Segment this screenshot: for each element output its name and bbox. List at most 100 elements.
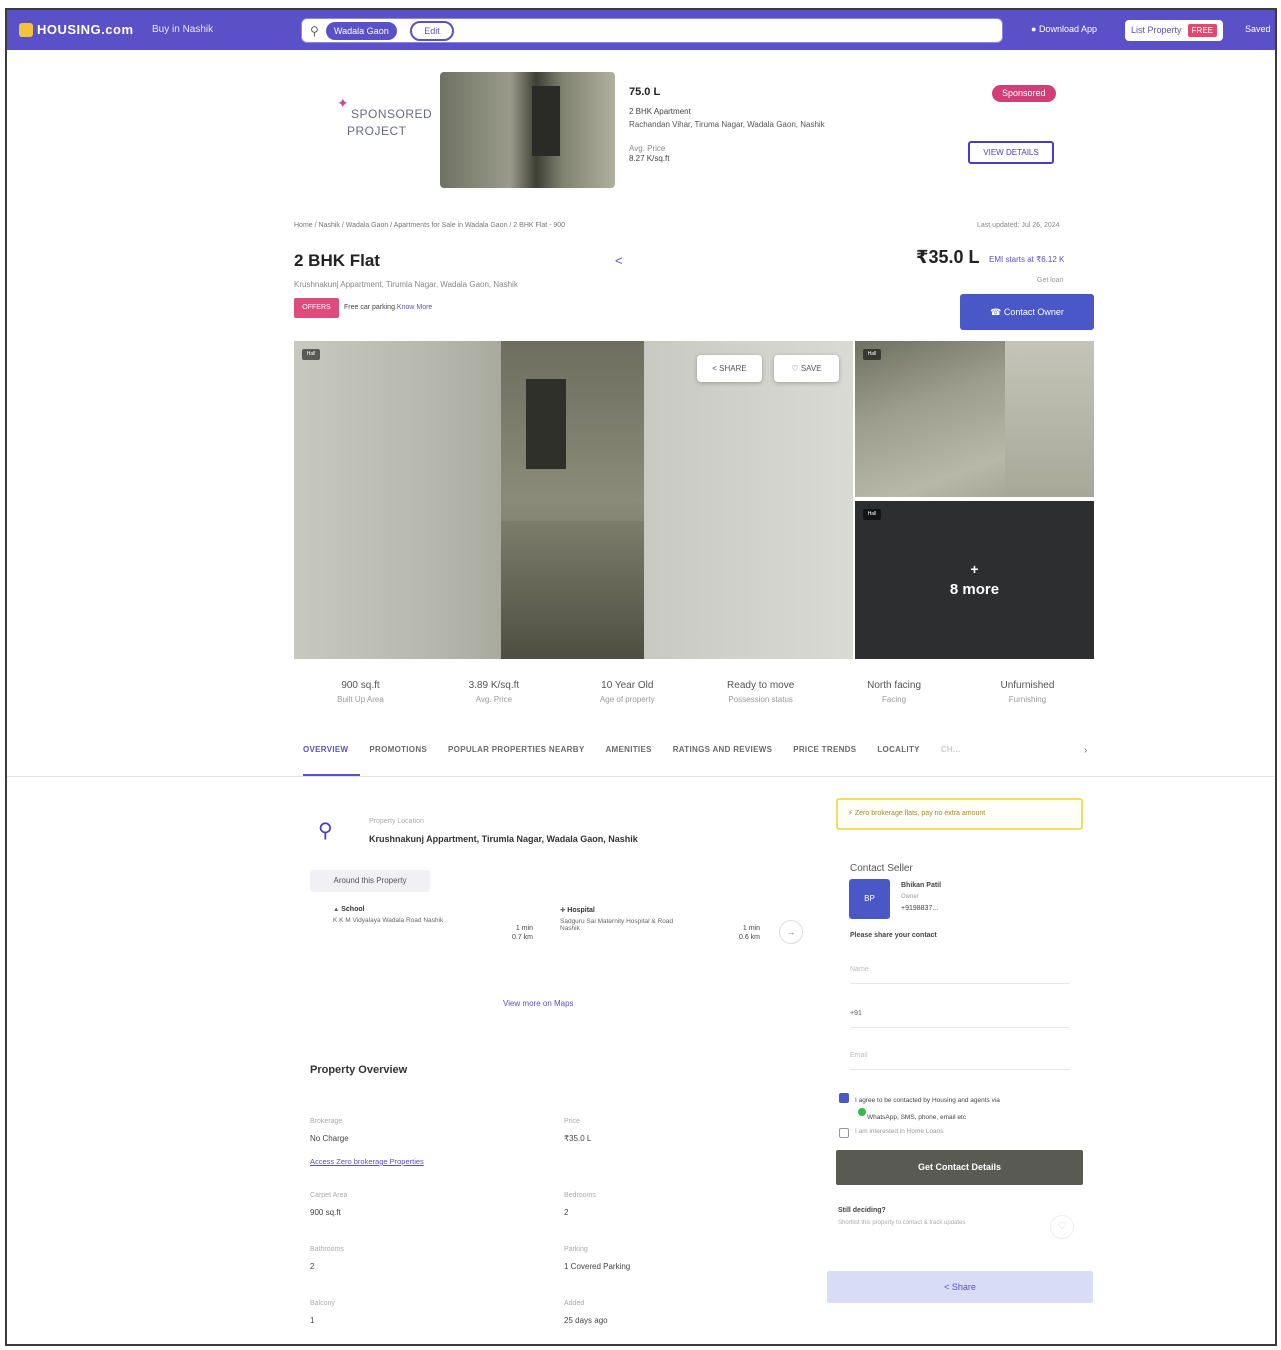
- nearby-distance: 1 min 0.7 km: [512, 924, 533, 942]
- share-button[interactable]: < SHARE: [697, 355, 762, 382]
- share-contact-prompt: Please share your contact: [850, 932, 937, 939]
- stat-furnishing: Unfurnished Furnishing: [961, 680, 1094, 704]
- sponsored-label-line2: PROJECT: [347, 124, 407, 138]
- sponsored-project-label: SPONSORED PROJECT: [337, 106, 432, 140]
- listing-address: Krushnakunj Appartment, Tirumla Nagar, W…: [294, 280, 518, 289]
- breadcrumb[interactable]: Home / Nashik / Wadala Gaon / Apartments…: [294, 222, 565, 229]
- free-badge: FREE: [1187, 24, 1217, 37]
- ov-label-balcony: Balcony: [310, 1300, 335, 1307]
- home-loan-checkbox[interactable]: [839, 1128, 849, 1138]
- nearby-time: 1 min: [742, 925, 760, 932]
- around-property-button[interactable]: Around this Property: [310, 870, 430, 892]
- gallery-more-photos[interactable]: Hall + 8 more: [855, 501, 1094, 659]
- property-stats: 900 sq.ft Built Up Area 3.89 K/sq.ft Avg. …: [294, 680, 1094, 704]
- nearby-name: Sadguru Sai Maternity Hospital & Road Na…: [560, 918, 674, 932]
- share-bottom-button[interactable]: < Share: [827, 1271, 1093, 1303]
- email-field[interactable]: Email: [850, 1046, 1070, 1070]
- buy-dropdown[interactable]: Buy in Nashik: [152, 24, 213, 35]
- ov-value-price: ₹35.0 L: [564, 1134, 592, 1143]
- name-field[interactable]: Name: [850, 960, 1070, 984]
- whatsapp-icon: [858, 1108, 866, 1116]
- nearby-distance: 1 min 0.6 km: [739, 924, 760, 942]
- photo-floor: [501, 521, 644, 659]
- view-on-maps-link[interactable]: View more on Maps: [503, 999, 574, 1008]
- stat-avg-price: 3.89 K/sq.ft Avg. Price: [427, 680, 560, 704]
- sponsored-project-image[interactable]: [440, 72, 615, 188]
- nearby-hospital-card[interactable]: ✚ Hospital Sadguru Sai Maternity Hospita…: [560, 906, 770, 956]
- tabs-divider: [7, 776, 1275, 777]
- lightning-icon: ⚡: [848, 810, 853, 817]
- zero-brokerage-notice: ⚡ Zero brokerage flats, pay no extra amo…: [836, 798, 1083, 830]
- housing-logo[interactable]: HOUSING.com: [19, 22, 134, 37]
- nearby-time: 1 min: [515, 925, 533, 932]
- top-header: HOUSING.com Buy in Nashik ⚲ Wadala Gaon …: [7, 10, 1275, 50]
- ov-value-balcony: 1: [310, 1316, 315, 1325]
- zero-brokerage-link[interactable]: Access Zero brokerage Properties: [310, 1157, 424, 1166]
- photo-tag: Hall: [863, 509, 881, 520]
- hospital-icon: ✚: [560, 907, 566, 914]
- ov-label-price: Price: [564, 1118, 580, 1125]
- overview-title: Property Overview: [310, 1064, 408, 1076]
- tab-popular-properties[interactable]: POPULAR PROPERTIES NEARBY: [448, 745, 584, 754]
- shortlist-heart-icon[interactable]: ♡: [1050, 1215, 1074, 1239]
- tab-overview[interactable]: OVERVIEW: [303, 745, 348, 754]
- stat-age: 10 Year Old Age of property: [561, 680, 694, 704]
- contact-owner-button[interactable]: ☎ Contact Owner: [960, 294, 1094, 330]
- download-app-link[interactable]: ● Download App: [1031, 24, 1097, 34]
- stat-value: 3.89 K/sq.ft: [468, 680, 520, 691]
- share-icon[interactable]: <: [615, 253, 623, 268]
- location-label: Property Location: [369, 818, 424, 825]
- gallery-main-photo[interactable]: Hall < SHARE ♡ SAVE: [294, 341, 853, 659]
- sponsored-view-details-button[interactable]: VIEW DETAILS: [968, 141, 1054, 164]
- sponsored-price: 75.0 L: [629, 86, 661, 98]
- nearby-dist: 0.7 km: [511, 934, 533, 941]
- ov-value-added: 25 days ago: [564, 1316, 608, 1325]
- user-menu[interactable]: Saved: [1245, 24, 1271, 34]
- avatar: BP: [849, 879, 890, 919]
- ov-label-bathrooms: Bathrooms: [310, 1246, 344, 1253]
- gallery-photo-2[interactable]: Hall: [855, 341, 1094, 497]
- phone-field[interactable]: +91: [850, 1004, 1070, 1028]
- tabs-next-arrow-icon[interactable]: ›: [1084, 745, 1087, 756]
- get-loan-link[interactable]: Get loan: [1037, 277, 1063, 284]
- nearby-next-arrow-icon[interactable]: →: [779, 920, 803, 944]
- sponsored-type: 2 BHK Apartment: [629, 107, 691, 116]
- agree-checkbox[interactable]: [839, 1093, 849, 1103]
- emi-link[interactable]: EMI starts at ₹6.12 K: [989, 255, 1064, 264]
- heart-icon: ♡: [791, 364, 799, 373]
- share-icon: <: [944, 1282, 950, 1292]
- get-contact-details-button[interactable]: Get Contact Details: [836, 1150, 1083, 1185]
- logo-text: HOUSING.com: [37, 22, 134, 37]
- ov-value-carpet-area: 900 sq.ft: [310, 1208, 341, 1217]
- stat-label: Avg. Price: [475, 695, 513, 704]
- search-icon: ⚲: [310, 24, 319, 38]
- save-label: SAVE: [800, 364, 822, 373]
- nearby-category-label: Hospital: [567, 907, 595, 914]
- search-location-chip[interactable]: Wadala Gaon: [326, 22, 397, 40]
- stat-value: 900 sq.ft: [341, 680, 380, 691]
- know-more-link[interactable]: Know More: [397, 304, 432, 311]
- stat-possession: Ready to move Possession status: [694, 680, 827, 704]
- tab-promotions[interactable]: PROMOTIONS: [369, 745, 427, 754]
- ov-value-bathrooms: 2: [310, 1262, 315, 1271]
- save-button[interactable]: ♡ SAVE: [774, 355, 839, 382]
- list-property-label: List Property: [1131, 25, 1182, 35]
- tab-locality[interactable]: LOCALITY: [877, 745, 919, 754]
- tab-amenities[interactable]: AMENITIES: [605, 745, 651, 754]
- search-bar[interactable]: ⚲ Wadala Gaon Edit: [301, 18, 1003, 43]
- share-label: SHARE: [719, 364, 747, 373]
- sponsored-avg-price-label: Avg. Price: [629, 144, 666, 153]
- location-value: Krushnakunj Appartment, Tirumla Nagar, W…: [369, 834, 638, 844]
- sponsored-address: Rachandan Vihar, Tiruma Nagar, Wadala Ga…: [629, 120, 825, 129]
- nearby-name: K K M Vidyalaya Wadala Road Nashik: [333, 917, 444, 924]
- edit-search-button[interactable]: Edit: [410, 21, 454, 41]
- nearby-school-card[interactable]: ▲ School K K M Vidyalaya Wadala Road Nas…: [333, 906, 543, 956]
- ov-label-parking: Parking: [564, 1246, 588, 1253]
- tab-truncated[interactable]: CH...: [941, 745, 961, 754]
- tab-price-trends[interactable]: PRICE TRENDS: [793, 745, 856, 754]
- more-plus-icon: +: [970, 561, 979, 577]
- page-frame: HOUSING.com Buy in Nashik ⚲ Wadala Gaon …: [5, 8, 1277, 1346]
- tab-ratings[interactable]: RATINGS AND REVIEWS: [673, 745, 772, 754]
- list-property-button[interactable]: List Property FREE: [1125, 20, 1223, 41]
- more-photos-label: 8 more: [949, 581, 1000, 598]
